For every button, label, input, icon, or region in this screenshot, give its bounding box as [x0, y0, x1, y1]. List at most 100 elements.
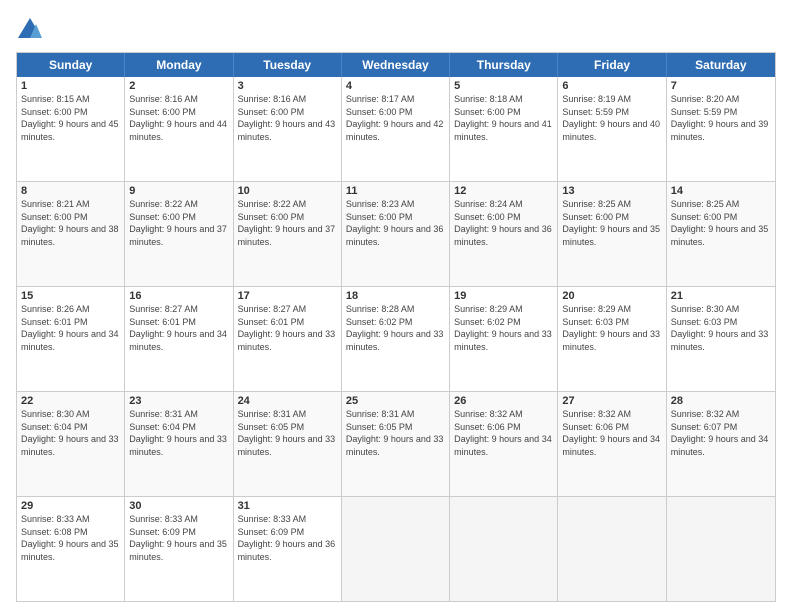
day-number: 12: [454, 185, 553, 197]
weekday-header: Friday: [558, 53, 666, 77]
day-info: Sunrise: 8:29 AMSunset: 6:03 PMDaylight:…: [562, 303, 661, 353]
day-number: 28: [671, 395, 771, 407]
day-number: 17: [238, 290, 337, 302]
day-number: 30: [129, 500, 228, 512]
day-info: Sunrise: 8:24 AMSunset: 6:00 PMDaylight:…: [454, 198, 553, 248]
day-cell: 13 Sunrise: 8:25 AMSunset: 6:00 PMDaylig…: [558, 182, 666, 286]
day-info: Sunrise: 8:18 AMSunset: 6:00 PMDaylight:…: [454, 93, 553, 143]
day-info: Sunrise: 8:27 AMSunset: 6:01 PMDaylight:…: [129, 303, 228, 353]
day-cell: 5 Sunrise: 8:18 AMSunset: 6:00 PMDayligh…: [450, 77, 558, 181]
day-info: Sunrise: 8:31 AMSunset: 6:04 PMDaylight:…: [129, 408, 228, 458]
day-cell: 6 Sunrise: 8:19 AMSunset: 5:59 PMDayligh…: [558, 77, 666, 181]
day-cell: 21 Sunrise: 8:30 AMSunset: 6:03 PMDaylig…: [667, 287, 775, 391]
day-number: 27: [562, 395, 661, 407]
weekday-header: Sunday: [17, 53, 125, 77]
day-info: Sunrise: 8:25 AMSunset: 6:00 PMDaylight:…: [671, 198, 771, 248]
calendar: SundayMondayTuesdayWednesdayThursdayFrid…: [16, 52, 776, 602]
day-info: Sunrise: 8:31 AMSunset: 6:05 PMDaylight:…: [346, 408, 445, 458]
calendar-row: 29 Sunrise: 8:33 AMSunset: 6:08 PMDaylig…: [17, 497, 775, 601]
day-cell: 20 Sunrise: 8:29 AMSunset: 6:03 PMDaylig…: [558, 287, 666, 391]
day-cell: 3 Sunrise: 8:16 AMSunset: 6:00 PMDayligh…: [234, 77, 342, 181]
day-info: Sunrise: 8:31 AMSunset: 6:05 PMDaylight:…: [238, 408, 337, 458]
day-cell: 19 Sunrise: 8:29 AMSunset: 6:02 PMDaylig…: [450, 287, 558, 391]
day-number: 24: [238, 395, 337, 407]
day-number: 16: [129, 290, 228, 302]
empty-cell: [558, 497, 666, 601]
day-info: Sunrise: 8:32 AMSunset: 6:06 PMDaylight:…: [562, 408, 661, 458]
day-cell: 26 Sunrise: 8:32 AMSunset: 6:06 PMDaylig…: [450, 392, 558, 496]
calendar-row: 22 Sunrise: 8:30 AMSunset: 6:04 PMDaylig…: [17, 392, 775, 497]
day-number: 3: [238, 80, 337, 92]
day-cell: 30 Sunrise: 8:33 AMSunset: 6:09 PMDaylig…: [125, 497, 233, 601]
day-number: 11: [346, 185, 445, 197]
day-cell: 10 Sunrise: 8:22 AMSunset: 6:00 PMDaylig…: [234, 182, 342, 286]
day-cell: 17 Sunrise: 8:27 AMSunset: 6:01 PMDaylig…: [234, 287, 342, 391]
weekday-header: Wednesday: [342, 53, 450, 77]
calendar-header: SundayMondayTuesdayWednesdayThursdayFrid…: [17, 53, 775, 77]
day-info: Sunrise: 8:22 AMSunset: 6:00 PMDaylight:…: [129, 198, 228, 248]
day-info: Sunrise: 8:29 AMSunset: 6:02 PMDaylight:…: [454, 303, 553, 353]
day-info: Sunrise: 8:26 AMSunset: 6:01 PMDaylight:…: [21, 303, 120, 353]
day-number: 6: [562, 80, 661, 92]
day-cell: 12 Sunrise: 8:24 AMSunset: 6:00 PMDaylig…: [450, 182, 558, 286]
day-number: 21: [671, 290, 771, 302]
day-info: Sunrise: 8:21 AMSunset: 6:00 PMDaylight:…: [21, 198, 120, 248]
day-cell: 14 Sunrise: 8:25 AMSunset: 6:00 PMDaylig…: [667, 182, 775, 286]
day-cell: 22 Sunrise: 8:30 AMSunset: 6:04 PMDaylig…: [17, 392, 125, 496]
day-number: 5: [454, 80, 553, 92]
day-info: Sunrise: 8:17 AMSunset: 6:00 PMDaylight:…: [346, 93, 445, 143]
day-info: Sunrise: 8:33 AMSunset: 6:08 PMDaylight:…: [21, 513, 120, 563]
weekday-header: Tuesday: [234, 53, 342, 77]
day-info: Sunrise: 8:15 AMSunset: 6:00 PMDaylight:…: [21, 93, 120, 143]
day-cell: 15 Sunrise: 8:26 AMSunset: 6:01 PMDaylig…: [17, 287, 125, 391]
day-number: 10: [238, 185, 337, 197]
day-info: Sunrise: 8:16 AMSunset: 6:00 PMDaylight:…: [129, 93, 228, 143]
day-cell: 29 Sunrise: 8:33 AMSunset: 6:08 PMDaylig…: [17, 497, 125, 601]
day-info: Sunrise: 8:30 AMSunset: 6:03 PMDaylight:…: [671, 303, 771, 353]
day-info: Sunrise: 8:23 AMSunset: 6:00 PMDaylight:…: [346, 198, 445, 248]
day-info: Sunrise: 8:28 AMSunset: 6:02 PMDaylight:…: [346, 303, 445, 353]
day-number: 15: [21, 290, 120, 302]
weekday-header: Thursday: [450, 53, 558, 77]
day-info: Sunrise: 8:20 AMSunset: 5:59 PMDaylight:…: [671, 93, 771, 143]
day-info: Sunrise: 8:25 AMSunset: 6:00 PMDaylight:…: [562, 198, 661, 248]
day-cell: 2 Sunrise: 8:16 AMSunset: 6:00 PMDayligh…: [125, 77, 233, 181]
day-cell: 25 Sunrise: 8:31 AMSunset: 6:05 PMDaylig…: [342, 392, 450, 496]
day-cell: 24 Sunrise: 8:31 AMSunset: 6:05 PMDaylig…: [234, 392, 342, 496]
day-number: 29: [21, 500, 120, 512]
day-cell: 8 Sunrise: 8:21 AMSunset: 6:00 PMDayligh…: [17, 182, 125, 286]
day-info: Sunrise: 8:33 AMSunset: 6:09 PMDaylight:…: [238, 513, 337, 563]
day-info: Sunrise: 8:22 AMSunset: 6:00 PMDaylight:…: [238, 198, 337, 248]
day-cell: 11 Sunrise: 8:23 AMSunset: 6:00 PMDaylig…: [342, 182, 450, 286]
day-number: 19: [454, 290, 553, 302]
day-cell: 4 Sunrise: 8:17 AMSunset: 6:00 PMDayligh…: [342, 77, 450, 181]
day-cell: 23 Sunrise: 8:31 AMSunset: 6:04 PMDaylig…: [125, 392, 233, 496]
day-cell: 16 Sunrise: 8:27 AMSunset: 6:01 PMDaylig…: [125, 287, 233, 391]
day-info: Sunrise: 8:30 AMSunset: 6:04 PMDaylight:…: [21, 408, 120, 458]
calendar-row: 1 Sunrise: 8:15 AMSunset: 6:00 PMDayligh…: [17, 77, 775, 182]
day-number: 22: [21, 395, 120, 407]
day-number: 18: [346, 290, 445, 302]
calendar-row: 15 Sunrise: 8:26 AMSunset: 6:01 PMDaylig…: [17, 287, 775, 392]
day-number: 20: [562, 290, 661, 302]
day-info: Sunrise: 8:32 AMSunset: 6:07 PMDaylight:…: [671, 408, 771, 458]
empty-cell: [667, 497, 775, 601]
day-number: 13: [562, 185, 661, 197]
calendar-row: 8 Sunrise: 8:21 AMSunset: 6:00 PMDayligh…: [17, 182, 775, 287]
day-info: Sunrise: 8:27 AMSunset: 6:01 PMDaylight:…: [238, 303, 337, 353]
day-number: 25: [346, 395, 445, 407]
day-cell: 9 Sunrise: 8:22 AMSunset: 6:00 PMDayligh…: [125, 182, 233, 286]
day-cell: 27 Sunrise: 8:32 AMSunset: 6:06 PMDaylig…: [558, 392, 666, 496]
logo: [16, 16, 48, 44]
day-info: Sunrise: 8:16 AMSunset: 6:00 PMDaylight:…: [238, 93, 337, 143]
day-number: 1: [21, 80, 120, 92]
day-number: 9: [129, 185, 228, 197]
day-number: 7: [671, 80, 771, 92]
empty-cell: [450, 497, 558, 601]
day-number: 14: [671, 185, 771, 197]
page: SundayMondayTuesdayWednesdayThursdayFrid…: [0, 0, 792, 612]
day-cell: 31 Sunrise: 8:33 AMSunset: 6:09 PMDaylig…: [234, 497, 342, 601]
day-number: 8: [21, 185, 120, 197]
day-number: 31: [238, 500, 337, 512]
weekday-header: Monday: [125, 53, 233, 77]
